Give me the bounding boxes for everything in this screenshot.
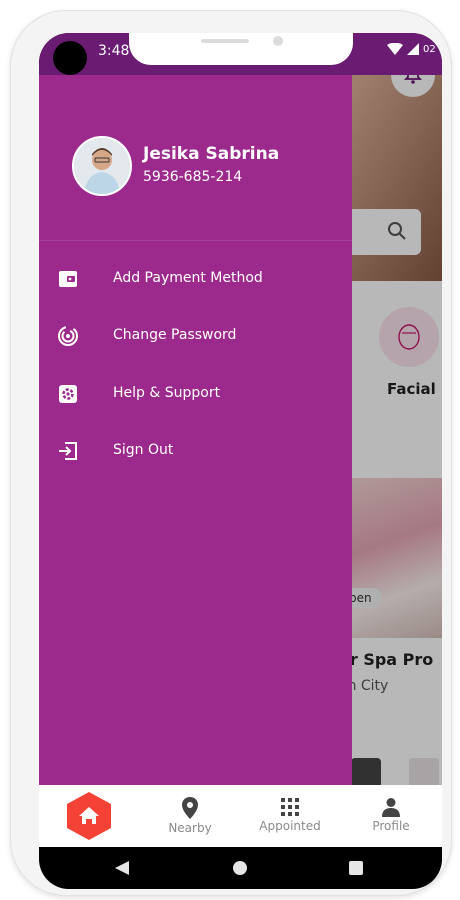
system-navigation-bar xyxy=(39,847,442,889)
menu-item-label: Change Password xyxy=(113,327,237,343)
status-time: 3:48 xyxy=(98,43,130,59)
nav-tab-nearby[interactable]: Nearby xyxy=(145,797,235,835)
home-icon xyxy=(67,792,111,840)
location-pin-icon xyxy=(182,797,198,819)
avatar-image xyxy=(74,138,130,194)
front-camera xyxy=(53,41,87,75)
bottom-navigation: Nearby Appointed Profile xyxy=(39,785,442,847)
user-name: Jesika Sabrina xyxy=(143,144,280,164)
phone-frame: Facial pen er Spa Pro on City 3:48 02 Je… xyxy=(10,10,452,896)
nav-label: Nearby xyxy=(168,821,212,835)
avatar[interactable] xyxy=(72,136,132,196)
nav-label: Profile xyxy=(372,819,410,833)
speaker xyxy=(201,39,249,43)
sensor xyxy=(273,36,283,46)
sign-out-icon xyxy=(59,442,77,460)
status-icons: 02 xyxy=(387,43,436,55)
wifi-icon xyxy=(387,43,403,55)
status-bar: 3:48 02 xyxy=(39,33,442,75)
nav-tab-profile[interactable]: Profile xyxy=(346,797,436,833)
nav-label: Appointed xyxy=(259,819,321,833)
signal-icon xyxy=(407,43,419,55)
menu-item-add-payment-method[interactable]: Add Payment Method xyxy=(39,258,352,302)
menu-item-change-password[interactable]: Change Password xyxy=(39,315,352,359)
notification-count: 02 xyxy=(423,43,436,55)
navigation-drawer: Jesika Sabrina 5936-685-214 Add Payment … xyxy=(39,75,352,785)
menu-item-label: Sign Out xyxy=(113,442,174,458)
system-home-icon[interactable] xyxy=(233,861,247,875)
menu-item-sign-out[interactable]: Sign Out xyxy=(39,430,352,474)
gear-icon xyxy=(59,385,77,403)
notch xyxy=(129,33,353,65)
fingerprint-icon xyxy=(58,326,78,346)
person-icon xyxy=(382,798,400,817)
user-phone: 5936-685-214 xyxy=(143,169,243,185)
menu-item-label: Help & Support xyxy=(113,385,221,401)
back-icon[interactable] xyxy=(115,861,129,875)
menu-item-help-support[interactable]: Help & Support xyxy=(39,373,352,417)
wallet-icon xyxy=(59,271,77,287)
menu-item-label: Add Payment Method xyxy=(113,270,263,286)
screen: Facial pen er Spa Pro on City 3:48 02 Je… xyxy=(39,33,442,889)
drawer-divider xyxy=(39,240,352,241)
home-tab[interactable] xyxy=(65,791,113,841)
recent-apps-icon[interactable] xyxy=(349,861,363,875)
nav-tab-appointed[interactable]: Appointed xyxy=(245,797,335,833)
grid-icon xyxy=(281,798,299,816)
